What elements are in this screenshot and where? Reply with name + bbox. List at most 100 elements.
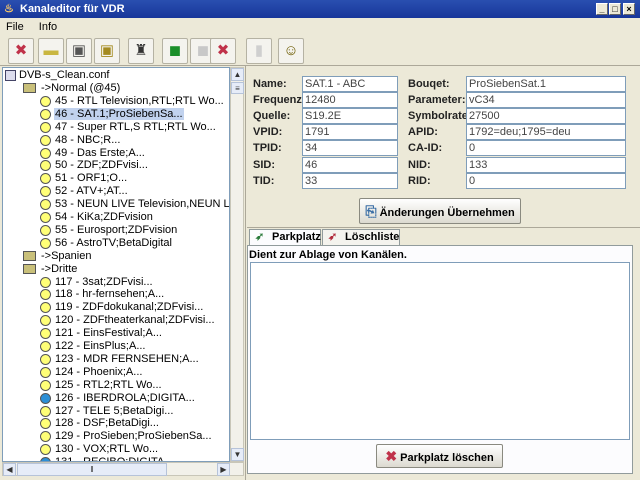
delete-x-icon: ✖ (385, 448, 398, 464)
vpid-field[interactable]: 1791 (302, 124, 398, 141)
tree-folder[interactable]: ->Dritte (23, 263, 78, 276)
tree-item-label: 122 - EinsPlus;A... (55, 340, 146, 352)
bouqet-field[interactable]: ProSiebenSat.1 (466, 76, 626, 92)
title-bar: ♨ Kanaleditor für VDR _ □ × (0, 0, 640, 18)
tree-item-label: 54 - KiKa;ZDFvision (55, 211, 153, 223)
page-icon[interactable]: ▮ (246, 38, 272, 64)
tree-channel-item[interactable]: 50 - ZDF;ZDFvisi... (40, 159, 149, 172)
ca-id-field[interactable]: 0 (466, 140, 626, 157)
tree-channel-item[interactable]: 126 - IBERDROLA;DIGITA... (40, 392, 196, 405)
scroll-thumb-horizontal[interactable]: ‖ (17, 463, 167, 476)
tree-item-label: 126 - IBERDROLA;DIGITA... (55, 391, 195, 404)
tree-channel-item[interactable]: 119 - ZDFdokukanal;ZDFvisi... (40, 301, 204, 314)
scroll-down-button[interactable]: ▼ (231, 448, 244, 461)
field-label: Frequenz: (253, 94, 306, 107)
tree-item-label: 119 - ZDFdokukanal;ZDFvisi... (55, 301, 204, 314)
tree-channel-item[interactable]: 121 - EinsFestival;A... (40, 327, 163, 340)
open-folder-icon[interactable]: ▬ (38, 38, 64, 64)
channel-yellow-icon (40, 315, 51, 327)
tree-folder[interactable]: ->Spanien (23, 250, 92, 263)
tree-folder[interactable]: ->Normal (@45) (23, 82, 121, 95)
save-as-icon[interactable]: ▣ (94, 38, 120, 64)
tree-channel-item[interactable]: 130 - VOX;RTL Wo... (40, 443, 159, 456)
tree-channel-item[interactable]: 122 - EinsPlus;A... (40, 340, 147, 353)
tab-parkplatz-label: Parkplatz (272, 231, 321, 243)
folder-icon (23, 250, 36, 261)
toolbar: ✖ ▬ ▣ ▣ ♜ ◼ ◼ ✖ ▮ ☺ (0, 36, 640, 66)
channel-yellow-icon (40, 186, 51, 198)
tree-channel-item[interactable]: 51 - ORF1;O... (40, 172, 128, 185)
tree-channel-item[interactable]: 55 - Eurosport;ZDFvision (40, 224, 178, 237)
tree-channel-item[interactable]: 53 - NEUN LIVE Television,NEUN LIVE;E (40, 198, 230, 211)
tree-channel-item[interactable]: 127 - TELE 5;BetaDigi... (40, 405, 174, 418)
add-to-park-icon[interactable]: ◼ (162, 38, 188, 64)
sid-field[interactable]: 46 (302, 156, 398, 173)
tree-channel-item[interactable]: 52 - ATV+;AT... (40, 185, 129, 198)
tid-field[interactable]: 33 (302, 172, 398, 189)
tree-item-label: 124 - Phoenix;A... (55, 365, 143, 378)
tree-channel-item[interactable]: 125 - RTL2;RTL Wo... (40, 379, 163, 392)
channel-yellow-icon (40, 366, 51, 378)
scroll-up-button[interactable]: ▲ (231, 68, 244, 81)
folder-icon (23, 263, 36, 274)
field-label: SID: (253, 158, 275, 171)
tree-vertical-scrollbar[interactable]: ▲ ≡ ▼ (230, 67, 244, 462)
clear-parking-button[interactable]: ✖ Parkplatz löschen (376, 444, 503, 468)
nid-field[interactable]: 133 (466, 156, 626, 173)
menu-file[interactable]: File (6, 21, 24, 33)
tree-channel-item[interactable]: 49 - Das Erste;A... (40, 147, 146, 160)
about-icon[interactable]: ☺ (278, 38, 304, 64)
tab-parkplatz[interactable]: ➶ Parkplatz (249, 229, 321, 246)
tree-channel-item[interactable]: 124 - Phoenix;A... (40, 366, 143, 379)
delete-icon[interactable]: ✖ (210, 38, 236, 64)
parameter-field[interactable]: vC34 (466, 92, 626, 109)
parking-list[interactable] (250, 262, 630, 440)
tree-channel-item[interactable]: 117 - 3sat;ZDFvisi... (40, 276, 154, 289)
tree-channel-item[interactable]: 118 - hr-fernsehen;A... (40, 288, 165, 301)
close-button[interactable]: × (623, 3, 635, 15)
tree-channel-item[interactable]: 56 - AstroTV;BetaDigital (40, 237, 173, 250)
apid-field[interactable]: 1792=deu;1795=deu (466, 124, 626, 141)
rid-field[interactable]: 0 (466, 172, 626, 189)
split-divider[interactable] (245, 66, 246, 480)
tree-channel-item[interactable]: 128 - DSF;BetaDigi... (40, 417, 160, 430)
apply-changes-button[interactable]: ⎘ Änderungen Übernehmen (359, 198, 521, 224)
channel-yellow-icon (40, 289, 51, 301)
tree-channel-item[interactable]: 54 - KiKa;ZDFvision (40, 211, 154, 224)
scroll-left-button[interactable]: ◀ (3, 463, 16, 476)
tree-channel-item[interactable]: 46 - SAT.1;ProSiebenSa... (40, 107, 184, 121)
frequenz-field[interactable]: 12480 (302, 92, 398, 109)
scroll-right-button[interactable]: ▶ (217, 463, 230, 476)
tree-channel-item[interactable]: 120 - ZDFtheaterkanal;ZDFvisi... (40, 314, 216, 327)
tree-item-label: 53 - NEUN LIVE Television,NEUN LIVE;E (55, 198, 230, 211)
channel-yellow-icon (40, 328, 51, 340)
field-label: RID: (408, 174, 431, 187)
tree-item-label: 129 - ProSieben;ProSiebenSa... (55, 430, 212, 443)
maximize-button[interactable]: □ (609, 3, 621, 15)
tpid-field[interactable]: 34 (302, 140, 398, 157)
field-label: TPID: (253, 142, 282, 155)
tree-item-label: 128 - DSF;BetaDigi... (55, 417, 159, 430)
save-icon[interactable]: ▣ (66, 38, 92, 64)
tab-loeschliste[interactable]: ➶ Löschliste (322, 229, 400, 246)
window-title: Kanaleditor für VDR (20, 3, 125, 15)
tree-root[interactable]: DVB-s_Clean.conf (5, 69, 110, 82)
scroll-thumb[interactable]: ≡ (231, 82, 244, 94)
channel-tree[interactable]: DVB-s_Clean.conf ->Normal (@45) 45 - RTL … (2, 67, 230, 462)
minimize-button[interactable]: _ (596, 3, 608, 15)
channel-yellow-icon (40, 134, 51, 146)
tree-horizontal-scrollbar[interactable]: ◀ ‖ ▶ (2, 462, 244, 476)
symbolrate-field[interactable]: 27500 (466, 108, 626, 125)
field-label: Quelle: (253, 110, 291, 123)
channel-yellow-icon (40, 341, 51, 352)
tree-channel-item[interactable]: 129 - ProSieben;ProSiebenSa... (40, 430, 213, 443)
tree-channel-item[interactable]: 48 - NBC;R... (40, 134, 121, 147)
tree-channel-item[interactable]: 47 - Super RTL,S RTL;RTL Wo... (40, 121, 217, 134)
quelle-field[interactable]: S19.2E (302, 108, 398, 125)
tree-channel-item[interactable]: 45 - RTL Television,RTL;RTL Wo... (40, 95, 225, 108)
binoculars-icon[interactable]: ♜ (128, 38, 154, 64)
exit-icon[interactable]: ✖ (8, 38, 34, 64)
tree-channel-item[interactable]: 123 - MDR FERNSEHEN;A... (40, 353, 200, 366)
name-field[interactable]: SAT.1 - ABC (302, 76, 398, 92)
menu-info[interactable]: Info (39, 21, 57, 33)
